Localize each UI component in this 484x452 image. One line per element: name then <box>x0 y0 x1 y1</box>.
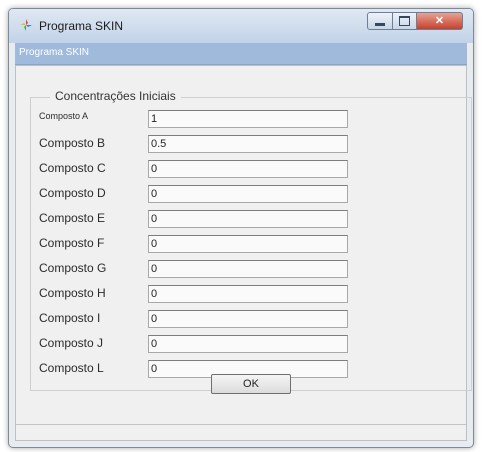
form-caption-bar: Programa SKIN <box>15 43 467 65</box>
form-caption: Programa SKIN <box>19 47 90 58</box>
composto-g-input[interactable] <box>148 260 348 278</box>
label-composto-i: Composto I <box>39 311 101 325</box>
label-composto-f: Composto F <box>39 236 105 250</box>
window-title: Programa SKIN <box>39 19 124 33</box>
composto-c-input[interactable] <box>148 160 348 178</box>
composto-f-input[interactable] <box>148 235 348 253</box>
app-window: Programa SKIN ✕ Programa SKIN Concentraç… <box>8 8 474 448</box>
label-composto-g: Composto G <box>39 261 107 275</box>
minimize-button[interactable] <box>367 12 393 30</box>
app-logo-icon <box>20 19 32 31</box>
label-composto-l: Composto L <box>39 361 104 375</box>
close-icon: ✕ <box>434 14 445 27</box>
composto-d-input[interactable] <box>148 185 348 203</box>
label-composto-j: Composto J <box>39 336 104 350</box>
composto-a-input[interactable] <box>148 110 348 128</box>
status-divider <box>16 424 466 425</box>
form-client-area: Concentrações Iniciais Composto A Compos… <box>15 65 472 441</box>
maximize-icon <box>399 16 410 26</box>
composto-h-input[interactable] <box>148 285 348 303</box>
label-composto-a: Composto A <box>39 111 89 121</box>
group-title: Concentrações Iniciais <box>50 89 181 103</box>
composto-i-input[interactable] <box>148 310 348 328</box>
title-bar[interactable]: Programa SKIN ✕ <box>9 9 473 43</box>
label-composto-h: Composto H <box>39 286 106 300</box>
label-composto-b: Composto B <box>39 136 106 150</box>
composto-b-input[interactable] <box>148 135 348 153</box>
minimize-icon <box>375 22 385 26</box>
composto-j-input[interactable] <box>148 335 348 353</box>
label-composto-d: Composto D <box>39 186 106 200</box>
maximize-button[interactable] <box>393 12 417 30</box>
close-button[interactable]: ✕ <box>417 12 463 30</box>
ok-button[interactable]: OK <box>211 374 291 394</box>
composto-e-input[interactable] <box>148 210 348 228</box>
label-composto-e: Composto E <box>39 211 106 225</box>
label-composto-c: Composto C <box>39 161 106 175</box>
